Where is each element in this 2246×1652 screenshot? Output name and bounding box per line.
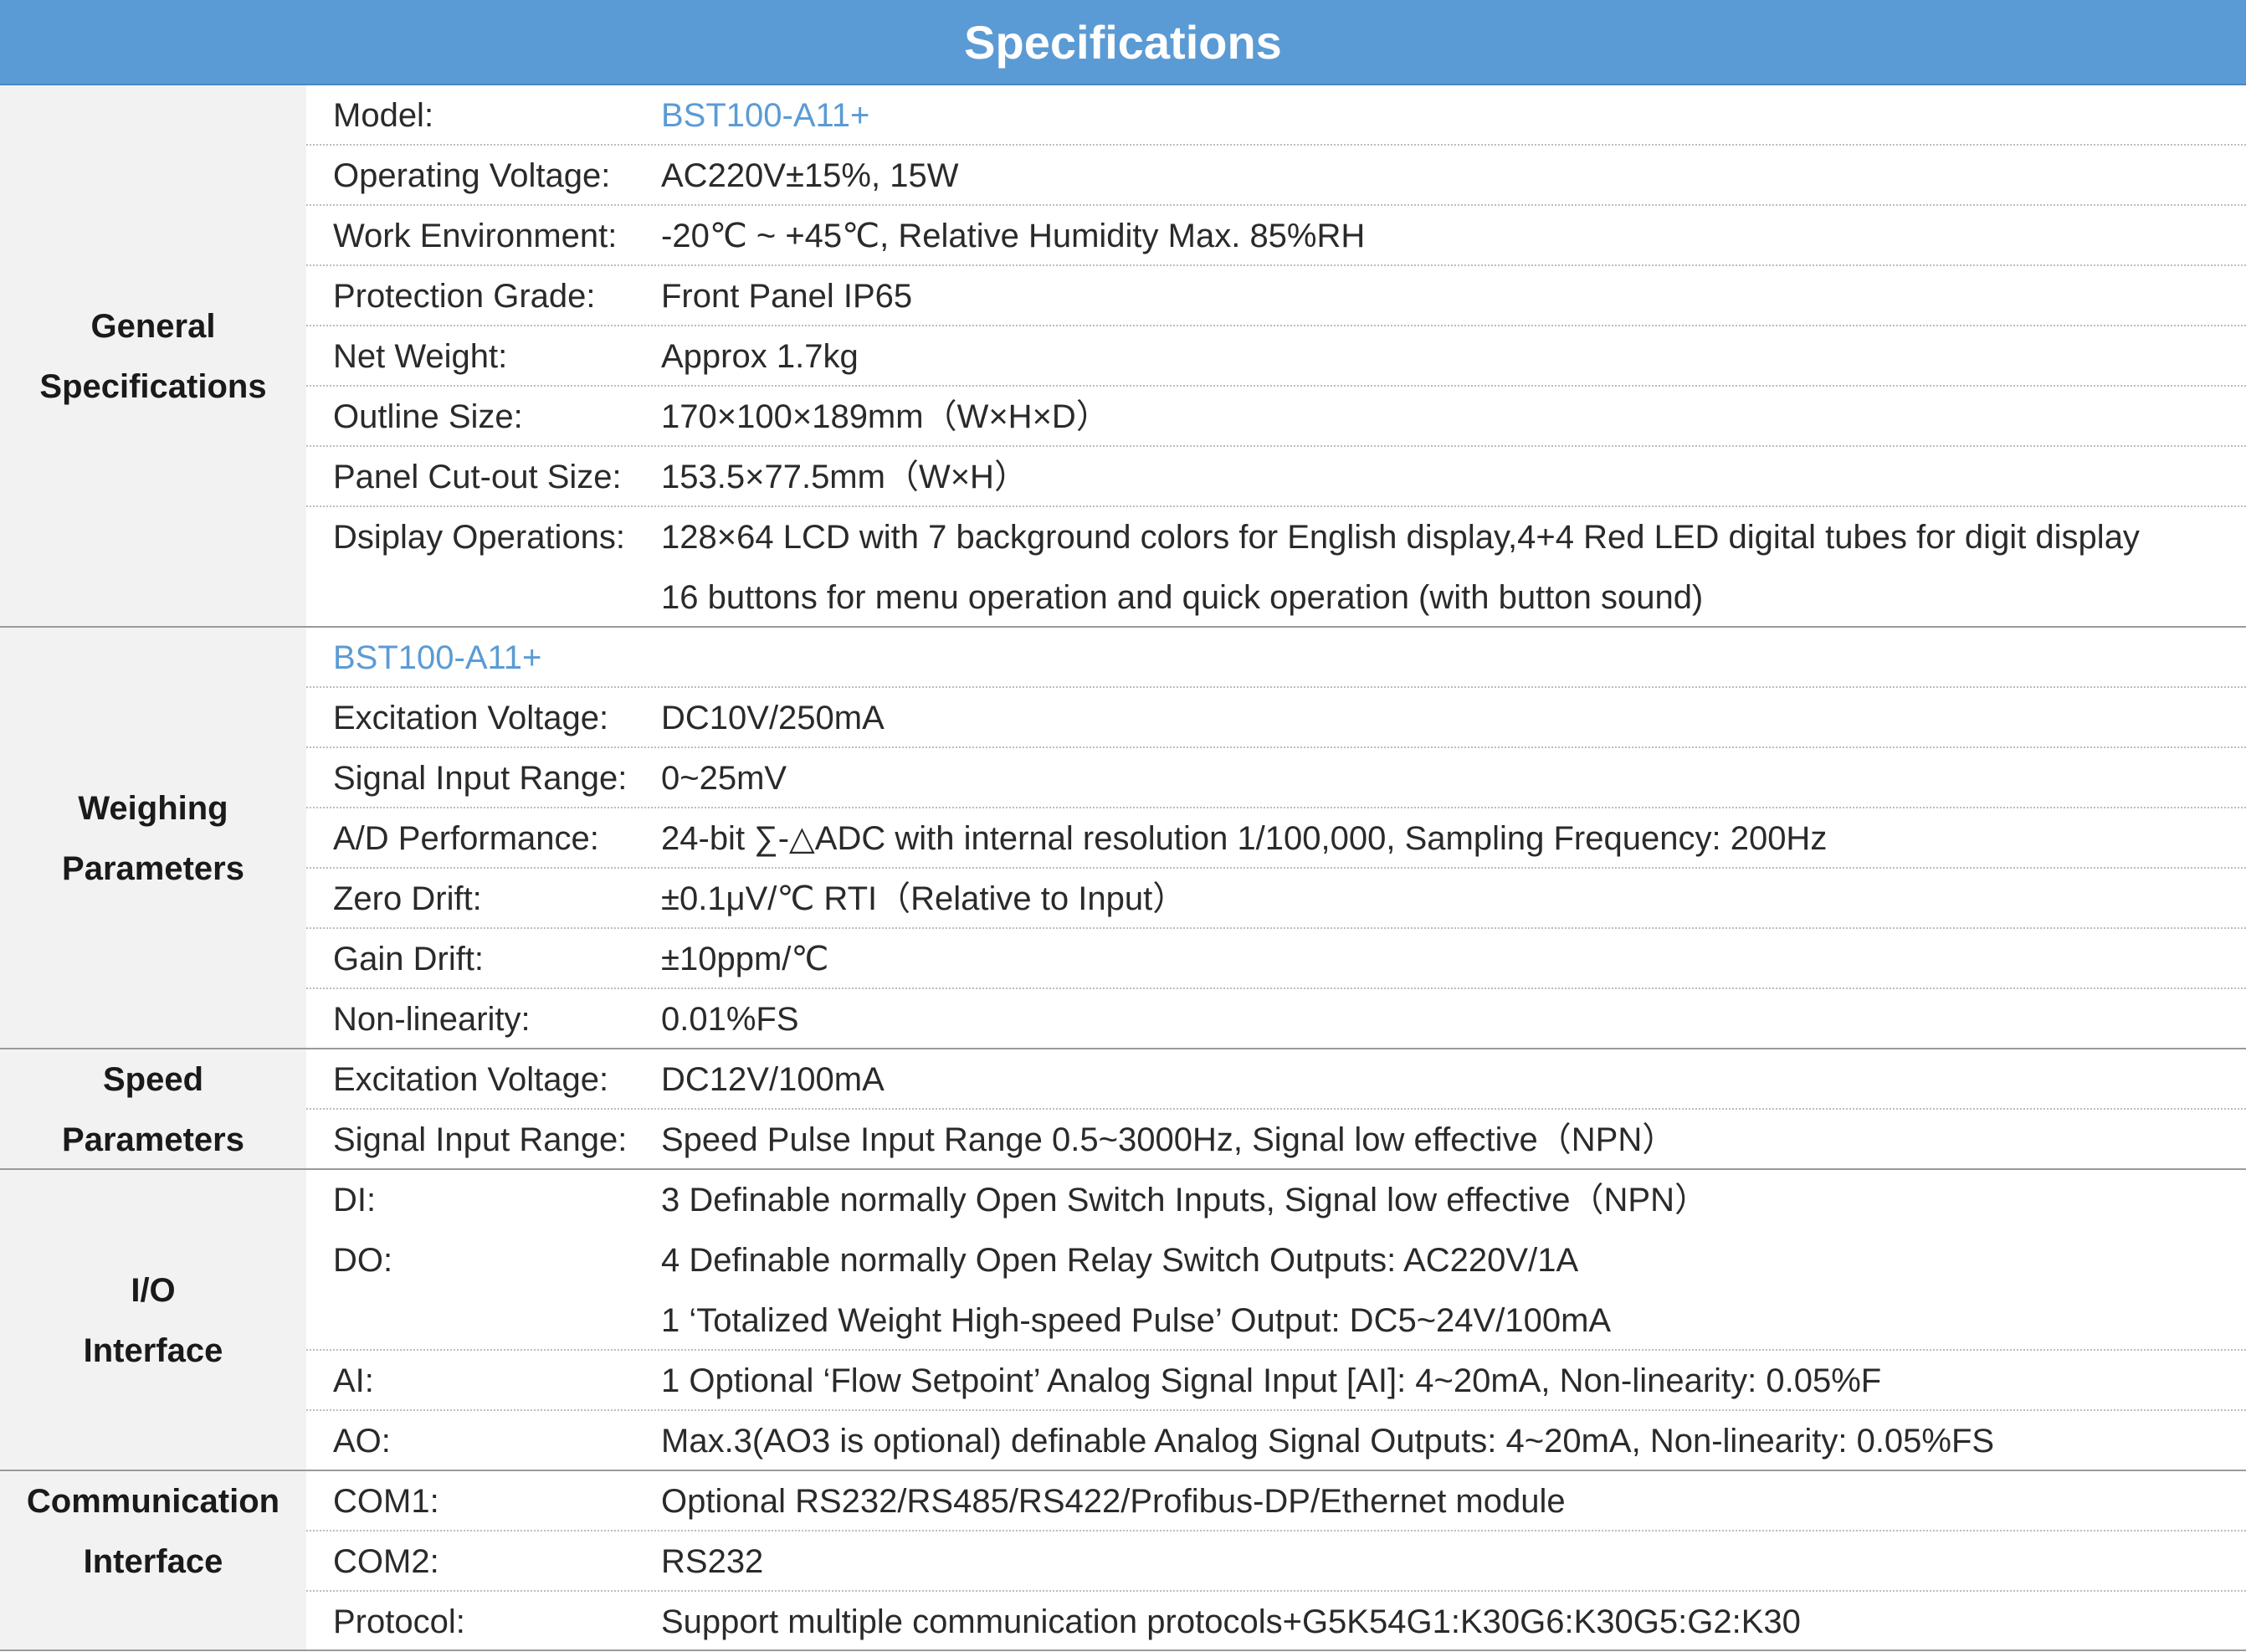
- section-communication: Communication Interface COM1: Optional R…: [0, 1471, 2246, 1651]
- spec-value: Support multiple communication protocols…: [661, 1603, 1801, 1640]
- spec-label: COM2:: [333, 1543, 439, 1580]
- spec-label: Excitation Voltage:: [333, 1061, 609, 1098]
- spec-row: A/D Performance: 24-bit ∑-△ADC with inte…: [306, 808, 2246, 869]
- section-label-line2: Interface: [83, 1332, 223, 1369]
- section-io: I/O Interface DI: 3 Definable normally O…: [0, 1170, 2246, 1471]
- spec-row: Outline Size: 170×100×189mm（W×H×D）: [306, 387, 2246, 447]
- spec-value: Approx 1.7kg: [661, 338, 859, 375]
- spec-value-model: BST100-A11+: [661, 97, 870, 134]
- spec-label: Non-linearity:: [333, 1001, 531, 1038]
- spec-label: Signal Input Range:: [333, 1121, 628, 1158]
- spec-label: AO:: [333, 1423, 391, 1460]
- spec-value: DC12V/100mA: [661, 1061, 885, 1098]
- spec-label: Operating Voltage:: [333, 157, 611, 194]
- section-label-line1: Communication: [26, 1483, 280, 1520]
- spec-value: 4 Definable normally Open Relay Switch O…: [661, 1242, 1579, 1279]
- section-label-line1: Weighing: [78, 790, 228, 827]
- spec-row: COM2: RS232: [306, 1531, 2246, 1592]
- spec-label: Gain Drift:: [333, 941, 485, 977]
- spec-value: ±10ppm/℃: [661, 941, 829, 977]
- section-label-weighing: Weighing Parameters: [0, 628, 306, 1049]
- section-label-line1: General: [90, 308, 216, 345]
- spec-row: Zero Drift: ±0.1μV/℃ RTI（Relative to Inp…: [306, 869, 2246, 929]
- section-weighing: Weighing Parameters BST100-A11+ Excitati…: [0, 628, 2246, 1049]
- spec-value: RS232: [661, 1543, 764, 1580]
- spec-label: Outline Size:: [333, 398, 523, 435]
- spec-value: DC10V/250mA: [661, 700, 885, 736]
- spec-value-line2: 16 buttons for menu operation and quick …: [661, 579, 1704, 616]
- spec-row: DO: 4 Definable normally Open Relay Swit…: [306, 1230, 2246, 1351]
- spec-value-line2: 1 ‘Totalized Weight High-speed Pulse’ Ou…: [661, 1302, 1612, 1339]
- spec-row: Protocol: Support multiple communication…: [306, 1592, 2246, 1651]
- spec-row: Protection Grade: Front Panel IP65: [306, 266, 2246, 326]
- spec-value: Speed Pulse Input Range 0.5~3000Hz, Sign…: [661, 1121, 1676, 1158]
- section-label-speed: Speed Parameters: [0, 1049, 306, 1170]
- spec-model-name: BST100-A11+: [333, 639, 542, 676]
- spec-label: Excitation Voltage:: [333, 700, 609, 736]
- spec-row: Signal Input Range: Speed Pulse Input Ra…: [306, 1110, 2246, 1170]
- spec-label: DO:: [333, 1242, 393, 1279]
- spec-value: -20℃ ~ +45℃, Relative Humidity Max. 85%R…: [661, 218, 1366, 254]
- spec-label: Signal Input Range:: [333, 760, 628, 797]
- specifications-header: Specifications: [0, 0, 2246, 85]
- section-label-line2: Specifications: [39, 368, 267, 405]
- spec-row: COM1: Optional RS232/RS485/RS422/Profibu…: [306, 1471, 2246, 1531]
- spec-label: Net Weight:: [333, 338, 508, 375]
- spec-row: Excitation Voltage: DC10V/250mA: [306, 688, 2246, 748]
- spec-value: Front Panel IP65: [661, 278, 913, 315]
- spec-value: 3 Definable normally Open Switch Inputs,…: [661, 1182, 1708, 1218]
- spec-label: A/D Performance:: [333, 820, 599, 857]
- section-label-line1: I/O: [131, 1272, 176, 1309]
- spec-value: 0.01%FS: [661, 1001, 799, 1038]
- spec-row: Dsiplay Operations: 128×64 LCD with 7 ba…: [306, 507, 2246, 628]
- spec-value: Max.3(AO3 is optional) definable Analog …: [661, 1423, 1995, 1460]
- spec-value: Optional RS232/RS485/RS422/Profibus-DP/E…: [661, 1483, 1566, 1520]
- section-label-general: General Specifications: [0, 85, 306, 628]
- spec-label: Model:: [333, 97, 434, 134]
- spec-row: Non-linearity: 0.01%FS: [306, 989, 2246, 1049]
- spec-row: AO: Max.3(AO3 is optional) definable Ana…: [306, 1411, 2246, 1471]
- spec-label: Protocol:: [333, 1603, 465, 1640]
- spec-row: AI: 1 Optional ‘Flow Setpoint’ Analog Si…: [306, 1351, 2246, 1411]
- section-general: General Specifications Model: BST100-A11…: [0, 85, 2246, 628]
- spec-value: 170×100×189mm（W×H×D）: [661, 398, 1110, 435]
- spec-row: Net Weight: Approx 1.7kg: [306, 326, 2246, 387]
- spec-label: DI:: [333, 1182, 377, 1218]
- spec-row-model: Model: BST100-A11+: [306, 85, 2246, 146]
- section-label-line1: Speed: [102, 1061, 204, 1098]
- spec-row-model: BST100-A11+: [306, 628, 2246, 688]
- section-label-line2: Parameters: [62, 850, 244, 887]
- section-label-line2: Interface: [83, 1543, 223, 1580]
- spec-row: Excitation Voltage: DC12V/100mA: [306, 1049, 2246, 1110]
- spec-label: Panel Cut-out Size:: [333, 459, 622, 495]
- section-label-line2: Parameters: [62, 1121, 244, 1158]
- spec-label: Protection Grade:: [333, 278, 596, 315]
- spec-label: AI:: [333, 1362, 374, 1399]
- spec-row: Panel Cut-out Size: 153.5×77.5mm（W×H）: [306, 447, 2246, 507]
- spec-row: Signal Input Range: 0~25mV: [306, 748, 2246, 808]
- spec-row: DI: 3 Definable normally Open Switch Inp…: [306, 1170, 2246, 1230]
- spec-label: Work Environment:: [333, 218, 618, 254]
- section-speed: Speed Parameters Excitation Voltage: DC1…: [0, 1049, 2246, 1170]
- spec-value: 0~25mV: [661, 760, 787, 797]
- spec-value: 1 Optional ‘Flow Setpoint’ Analog Signal…: [661, 1362, 1882, 1399]
- spec-value: 128×64 LCD with 7 background colors for …: [661, 519, 2140, 556]
- spec-label: COM1:: [333, 1483, 439, 1520]
- spec-row: Work Environment: -20℃ ~ +45℃, Relative …: [306, 206, 2246, 266]
- spec-label: Dsiplay Operations:: [333, 519, 626, 556]
- spec-value: AC220V±15%, 15W: [661, 157, 959, 194]
- spec-label: Zero Drift:: [333, 880, 482, 917]
- section-label-communication: Communication Interface: [0, 1471, 306, 1651]
- spec-value: 153.5×77.5mm（W×H）: [661, 459, 1028, 495]
- spec-row: Gain Drift: ±10ppm/℃: [306, 929, 2246, 989]
- spec-value: ±0.1μV/℃ RTI（Relative to Input）: [661, 880, 1187, 917]
- spec-row: Operating Voltage: AC220V±15%, 15W: [306, 146, 2246, 206]
- page-title: Specifications: [964, 15, 1282, 69]
- spec-value: 24-bit ∑-△ADC with internal resolution 1…: [661, 820, 1828, 857]
- section-label-io: I/O Interface: [0, 1170, 306, 1471]
